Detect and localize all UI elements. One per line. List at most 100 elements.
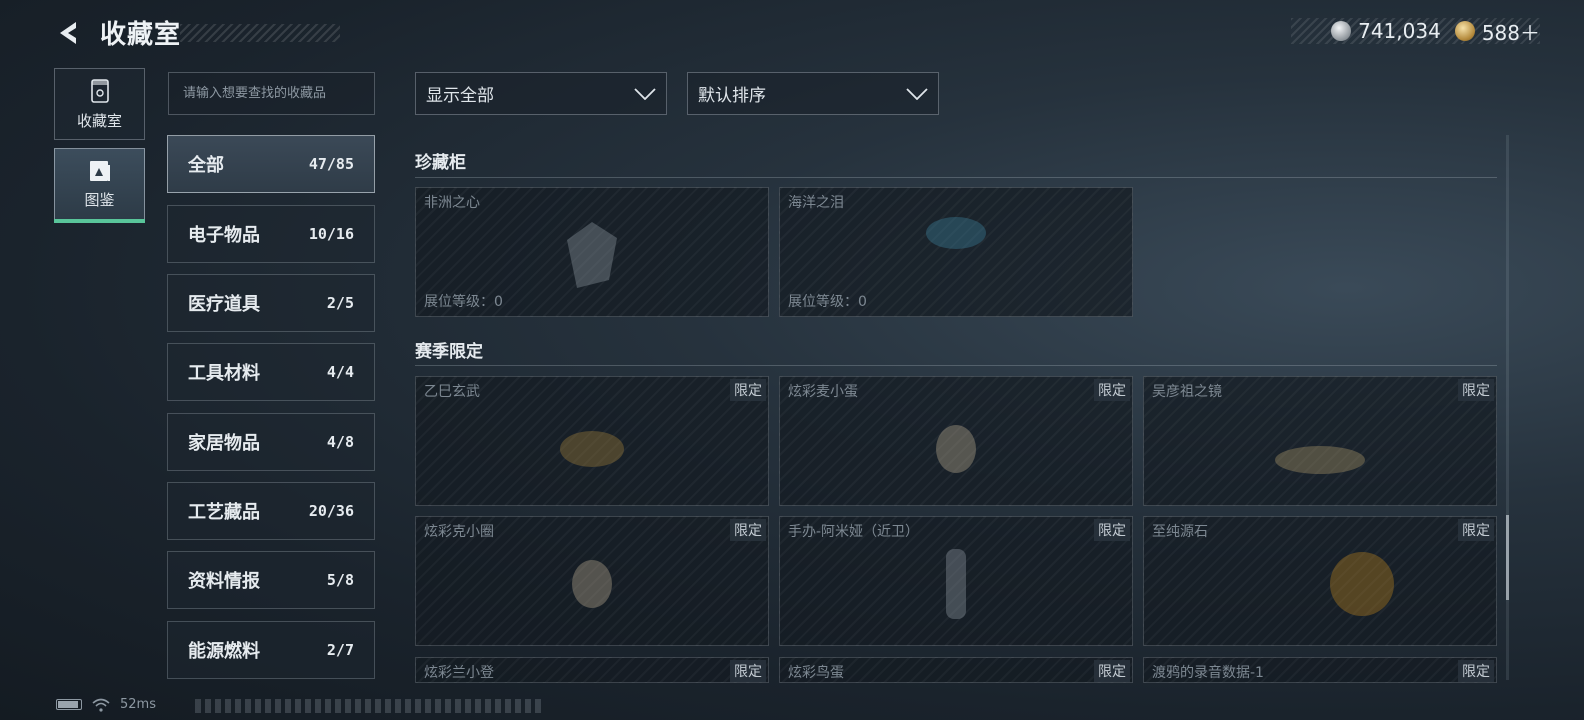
card-name: 乙巳玄武 (424, 384, 480, 400)
collectible-card[interactable]: 炫彩克小圈 限定 (415, 516, 769, 646)
category-home[interactable]: 家居物品 4/8 (167, 413, 375, 471)
card-corner (780, 311, 785, 316)
chevron-down-icon (634, 87, 656, 100)
silver-amount: 741,034 (1358, 19, 1441, 43)
status-bar: 52ms (56, 697, 156, 712)
category-name: 医疗道具 (188, 294, 260, 315)
collectible-card[interactable]: 炫彩麦小蛋 限定 (779, 376, 1133, 506)
limited-badge: 限定 (730, 660, 766, 682)
sort-dropdown[interactable]: 默认排序 (687, 72, 939, 115)
card-corner (416, 311, 421, 316)
card-corner (763, 640, 768, 645)
tear-of-ocean-art (926, 216, 986, 249)
limited-badge: 限定 (1094, 379, 1130, 401)
section-title-season-limited: 赛季限定 (415, 342, 483, 362)
card-level: 展位等级：0 (424, 294, 503, 310)
card-name: 炫彩克小圈 (424, 524, 494, 540)
limited-badge: 限定 (730, 519, 766, 541)
card-corner (1127, 188, 1132, 193)
card-name: 海洋之泪 (788, 195, 844, 211)
category-count: 20/36 (308, 502, 354, 520)
category-name: 工具材料 (188, 363, 260, 384)
show-filter-dropdown[interactable]: 显示全部 (415, 72, 667, 115)
card-name: 至纯源石 (1152, 524, 1208, 540)
silver-coin-icon (1331, 21, 1352, 41)
nav-tab-atlas[interactable]: 图鉴 (54, 148, 145, 223)
collectible-card[interactable]: 炫彩鸟蛋 限定 (779, 657, 1133, 683)
category-medical[interactable]: 医疗道具 2/5 (167, 274, 375, 332)
category-name: 全部 (188, 155, 224, 176)
battery-icon (56, 699, 82, 710)
atlas-icon (89, 160, 110, 181)
card-corner (1127, 640, 1132, 645)
heart-of-africa-art (567, 221, 617, 288)
limited-badge: 限定 (1094, 519, 1130, 541)
card-corner (780, 658, 785, 663)
category-crafts[interactable]: 工艺藏品 20/36 (167, 482, 375, 540)
nav-tab-label: 图鉴 (84, 190, 115, 209)
collectible-card[interactable]: 炫彩兰小登 限定 (415, 657, 769, 683)
limited-badge: 限定 (1458, 519, 1494, 541)
back-button[interactable] (54, 18, 84, 48)
card-corner (1144, 517, 1149, 522)
collectible-card[interactable]: 至纯源石 限定 (1143, 516, 1497, 646)
card-corner (1127, 500, 1132, 505)
dropdown-value: 默认排序 (698, 86, 766, 106)
card-corner (416, 640, 421, 645)
collectible-card[interactable]: 吴彦祖之镜 限定 (1143, 376, 1497, 506)
category-count: 4/8 (326, 433, 354, 451)
card-corner (780, 500, 785, 505)
collectible-card[interactable]: 乙巳玄武 限定 (415, 376, 769, 506)
chevron-down-icon (906, 87, 928, 100)
card-corner (1144, 500, 1149, 505)
xuanwu-art (560, 430, 624, 467)
category-count: 2/5 (326, 294, 354, 312)
silver-currency: 741,034 (1331, 19, 1441, 43)
originium-art (1330, 551, 1395, 616)
card-corner (416, 517, 421, 522)
card-name: 手办-阿米娅（近卫） (788, 524, 920, 540)
egg-figure-art (936, 424, 976, 473)
card-level: 展位等级：0 (788, 294, 867, 310)
collectible-card[interactable]: 手办-阿米娅（近卫） 限定 (779, 516, 1133, 646)
section-divider (415, 365, 1497, 366)
ring-figure-art (572, 559, 612, 608)
card-corner (780, 188, 785, 193)
section-divider (415, 177, 1497, 178)
category-tools[interactable]: 工具材料 4/4 (167, 343, 375, 401)
card-corner (416, 377, 421, 382)
scrollbar-thumb[interactable] (1506, 515, 1509, 600)
card-corner (1144, 658, 1149, 663)
limited-badge: 限定 (730, 379, 766, 401)
collectible-card[interactable]: 非洲之心 展位等级：0 (415, 187, 769, 317)
nav-tab-collection[interactable]: 收藏室 (54, 68, 145, 140)
category-intel[interactable]: 资料情报 5/8 (167, 551, 375, 609)
category-name: 能源燃料 (188, 641, 260, 662)
card-corner (416, 658, 421, 663)
category-all[interactable]: 全部 47/85 (167, 135, 375, 193)
collectible-card[interactable]: 海洋之泪 展位等级：0 (779, 187, 1133, 317)
card-corner (780, 377, 785, 382)
card-corner (1491, 640, 1496, 645)
category-fuel[interactable]: 能源燃料 2/7 (167, 621, 375, 679)
card-corner (1144, 377, 1149, 382)
category-count: 47/85 (308, 155, 354, 173)
collectible-card[interactable]: 渡鸦的录音数据-1 限定 (1143, 657, 1497, 683)
search-input[interactable] (168, 72, 375, 115)
gold-currency[interactable]: 588＋ (1454, 17, 1540, 46)
card-corner (763, 188, 768, 193)
card-corner (416, 500, 421, 505)
title-decoration (180, 24, 340, 42)
amiya-figure-art (946, 548, 966, 619)
currency-bar: 741,034 588＋ (1291, 17, 1540, 46)
card-name: 炫彩麦小蛋 (788, 384, 858, 400)
limited-badge: 限定 (1094, 660, 1130, 682)
category-count: 10/16 (308, 225, 354, 243)
limited-badge: 限定 (1458, 660, 1494, 682)
gold-coin-icon (1454, 21, 1475, 41)
category-count: 5/8 (326, 571, 354, 589)
dropdown-value: 显示全部 (426, 86, 494, 106)
category-electronics[interactable]: 电子物品 10/16 (167, 205, 375, 263)
back-arrow-icon (60, 22, 76, 44)
card-corner (1144, 640, 1149, 645)
